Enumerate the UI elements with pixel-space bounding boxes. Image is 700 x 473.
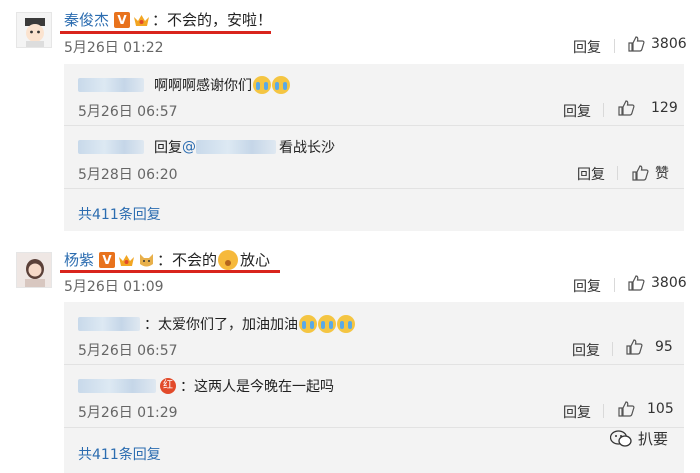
divider (617, 166, 618, 180)
reply-time: 5月26日 06:57 (78, 343, 178, 359)
comment-time: 5月26日 01:22 (64, 40, 164, 56)
comment-text: ：不会的 (157, 251, 218, 269)
more-replies-link[interactable]: 共411条回复 (78, 444, 161, 464)
comment-header: 杨紫 V ：不会的 放心 (64, 249, 270, 270)
reply-line: 啊啊啊感谢你们 (78, 75, 290, 95)
reply-time: 5月26日 06:57 (78, 104, 178, 120)
divider (614, 39, 615, 53)
avatar[interactable] (16, 12, 52, 48)
thumbs-up-icon (618, 100, 635, 116)
like-button[interactable]: 95 (626, 339, 673, 355)
like-count: 95 (655, 339, 673, 355)
divider (612, 342, 613, 356)
blurred-username (78, 78, 144, 92)
comment-text-end: 放心 (240, 251, 271, 269)
like-count: 105 (647, 401, 674, 417)
like-label: 赞 (655, 166, 669, 182)
reply-line: 红 ：这两人是今晚在一起吗 (78, 376, 334, 396)
more-replies-link[interactable]: 共411条回复 (78, 204, 161, 224)
like-count: 129 (651, 100, 678, 116)
blurred-username (78, 140, 144, 154)
avatar[interactable] (16, 252, 52, 288)
divider (614, 278, 615, 292)
reply-line: 回复 @ 看战长沙 (78, 137, 335, 157)
reply-button[interactable]: 回复 (572, 340, 600, 360)
like-count: 3806 (651, 275, 687, 291)
reply-text: 啊啊啊感谢你们 (154, 78, 252, 94)
shocked-emoji-icon (218, 249, 239, 270)
thumbs-up-icon (632, 165, 649, 181)
verified-badge: V (114, 11, 131, 28)
reply-button[interactable]: 回复 (573, 276, 601, 296)
username[interactable]: 秦俊杰 (64, 9, 109, 30)
like-button[interactable]: 129 (618, 100, 678, 116)
crying-emoji-icon (337, 315, 355, 333)
mention-link[interactable]: @ (182, 139, 196, 155)
like-button[interactable]: 赞 (632, 163, 669, 183)
thumbs-up-icon (626, 339, 643, 355)
like-count: 3806 (651, 36, 687, 52)
reply-time: 5月26日 01:29 (78, 405, 178, 421)
watermark-text: 扒要 (638, 430, 669, 448)
highlight-underline (60, 270, 280, 273)
reply-item: 啊啊啊感谢你们 5月26日 06:57 回复 129 (64, 64, 684, 126)
comment-2: 杨紫 V ：不会的 放心 5月26日 01:09 回复 3806 ：太爱你们了，… (0, 240, 700, 473)
avatar-photo-icon (17, 253, 51, 287)
fan-crown-icon (118, 252, 135, 268)
member-badge: 红 (160, 378, 176, 394)
reply-time: 5月28日 06:20 (78, 167, 178, 183)
reply-button[interactable]: 回复 (577, 164, 605, 184)
divider (64, 188, 684, 189)
reply-button[interactable]: 回复 (563, 101, 591, 121)
divider (603, 103, 604, 117)
like-button[interactable]: 105 (618, 401, 674, 417)
reply-prefix: 回复 (154, 140, 182, 156)
cat-emoji-icon (138, 252, 155, 268)
comment-1: 秦俊杰 V ：不会的，安啦！ 5月26日 01:22 回复 3806 啊啊啊感谢… (0, 0, 700, 231)
crying-emoji-icon (253, 76, 271, 94)
reply-text: ：太爱你们了，加油加油 (144, 317, 298, 333)
highlight-underline (60, 31, 271, 34)
thumbs-up-icon (618, 401, 635, 417)
comment-header: 秦俊杰 V ：不会的，安啦！ (64, 9, 272, 30)
reply-button[interactable]: 回复 (563, 402, 591, 422)
avatar-cartoon-icon (17, 13, 51, 47)
reply-line: ：太爱你们了，加油加油 (78, 314, 355, 334)
like-button[interactable]: 3806 (628, 36, 687, 52)
reply-text: 看战长沙 (279, 140, 335, 156)
blurred-mention (196, 140, 276, 154)
crying-emoji-icon (272, 76, 290, 94)
like-button[interactable]: 3806 (628, 275, 687, 291)
reply-list: ：太爱你们了，加油加油 5月26日 06:57 回复 95 红 ：这两人是今晚在… (64, 302, 684, 473)
divider (603, 404, 604, 418)
reply-list: 啊啊啊感谢你们 5月26日 06:57 回复 129 回复 @ 看战长沙 5月2… (64, 64, 684, 231)
blurred-username (78, 379, 156, 393)
thumbs-up-icon (628, 36, 645, 52)
crying-emoji-icon (318, 315, 336, 333)
reply-item: ：太爱你们了，加油加油 5月26日 06:57 回复 95 (64, 302, 684, 364)
divider (64, 427, 684, 428)
reply-item: 回复 @ 看战长沙 5月28日 06:20 回复 赞 (64, 126, 684, 188)
wechat-icon (610, 429, 632, 447)
reply-text: ：这两人是今晚在一起吗 (180, 379, 334, 395)
reply-item: 红 ：这两人是今晚在一起吗 5月26日 01:29 回复 105 (64, 365, 684, 427)
verified-badge: V (99, 251, 116, 268)
watermark: 扒要 (610, 428, 668, 449)
thumbs-up-icon (628, 275, 645, 291)
username[interactable]: 杨紫 (64, 249, 94, 270)
crying-emoji-icon (299, 315, 317, 333)
reply-button[interactable]: 回复 (573, 37, 601, 57)
fan-crown-icon (133, 12, 150, 28)
comment-text: ：不会的，安啦！ (152, 11, 273, 29)
blurred-username (78, 317, 140, 331)
comment-time: 5月26日 01:09 (64, 279, 164, 295)
